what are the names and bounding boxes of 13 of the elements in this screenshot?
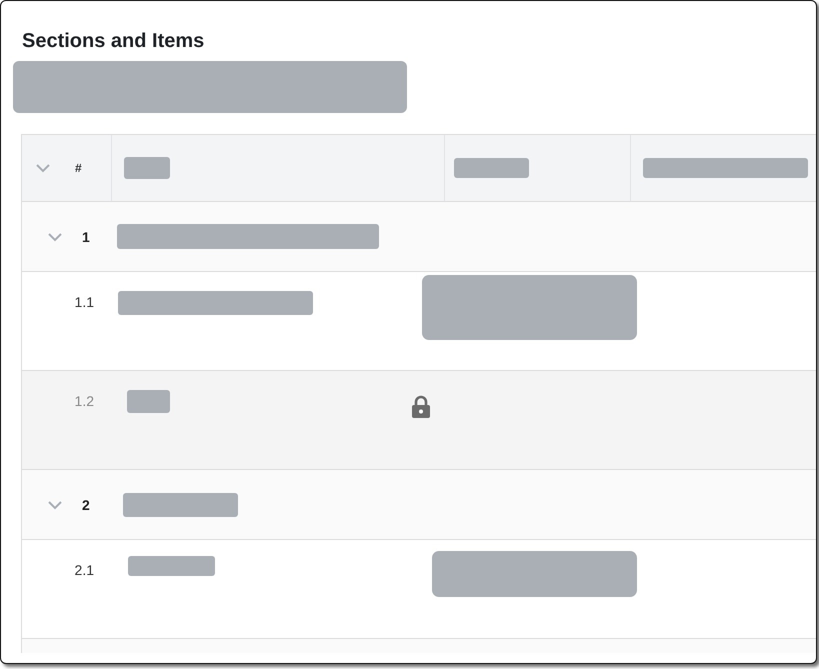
section-row[interactable]: 1 bbox=[22, 202, 816, 272]
placeholder-bar bbox=[124, 157, 170, 179]
item-number: 1.1 bbox=[74, 294, 94, 310]
page-title: Sections and Items bbox=[22, 29, 206, 54]
item-number: 2.1 bbox=[74, 562, 94, 578]
item-number: 1.2 bbox=[74, 393, 94, 409]
section-row[interactable]: 2 bbox=[22, 470, 816, 540]
section-number: 2 bbox=[82, 496, 90, 512]
column-header: # bbox=[75, 161, 82, 175]
item-row[interactable]: 1.1 bbox=[22, 272, 816, 371]
item-row[interactable]: 2.1 bbox=[22, 540, 816, 639]
section-number: 1 bbox=[82, 228, 90, 244]
placeholder-bar bbox=[127, 390, 170, 413]
